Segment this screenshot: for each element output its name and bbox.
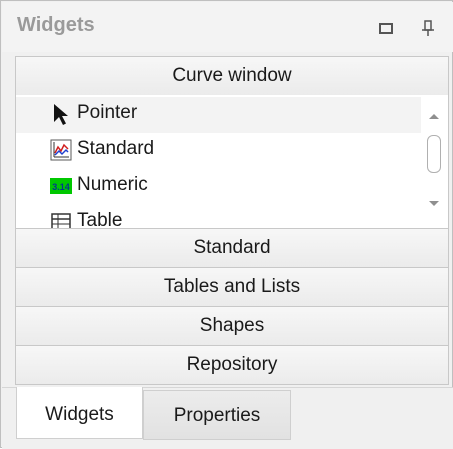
pointer-icon <box>50 102 72 126</box>
svg-text:3.14: 3.14 <box>52 182 70 192</box>
bottom-tab-strip: Widgets Properties <box>2 387 453 449</box>
scroll-thumb[interactable] <box>427 135 441 173</box>
list-item-pointer[interactable]: Pointer <box>16 97 421 133</box>
list-item-label: Standard <box>77 138 155 159</box>
list-item-label: Pointer <box>77 102 138 123</box>
restore-window-icon[interactable] <box>376 18 396 38</box>
list-item-label: Numeric <box>77 174 148 195</box>
list-item-table[interactable]: Table <box>16 205 421 228</box>
standard-chart-icon <box>50 138 72 162</box>
widget-list: Pointer Standard 3.14 Numeric Table <box>15 95 449 228</box>
group-shapes[interactable]: Shapes <box>15 306 449 346</box>
tab-widgets[interactable]: Widgets <box>16 387 143 439</box>
group-repository[interactable]: Repository <box>15 345 449 385</box>
panel-title: Widgets <box>17 14 95 36</box>
list-scrollbar[interactable] <box>421 95 447 226</box>
widgets-panel: Widgets Curve window Pointer Standard 3.… <box>0 0 453 449</box>
panel-title-bar: Widgets <box>2 2 453 52</box>
table-icon <box>50 210 72 228</box>
list-item-numeric[interactable]: 3.14 Numeric <box>16 169 421 205</box>
scroll-down-arrow-icon[interactable] <box>429 201 439 206</box>
scroll-up-arrow-icon[interactable] <box>429 114 439 119</box>
list-item-label: Table <box>77 210 123 228</box>
pin-icon[interactable] <box>418 18 438 38</box>
group-standard[interactable]: Standard <box>15 228 449 268</box>
group-curve-window[interactable]: Curve window <box>15 56 449 96</box>
numeric-icon: 3.14 <box>50 174 72 198</box>
tab-properties[interactable]: Properties <box>143 390 291 440</box>
list-item-standard[interactable]: Standard <box>16 133 421 169</box>
group-tables-and-lists[interactable]: Tables and Lists <box>15 267 449 307</box>
